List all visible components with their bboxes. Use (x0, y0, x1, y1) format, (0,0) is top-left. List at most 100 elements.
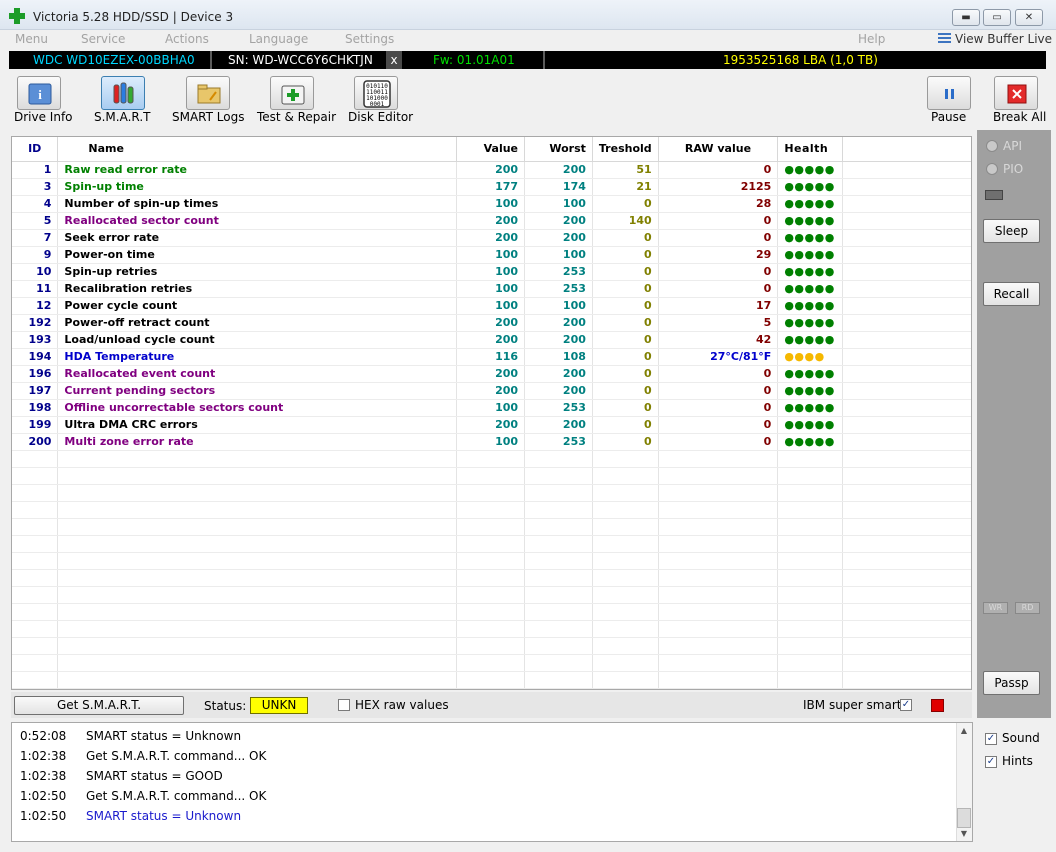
menu-language[interactable]: Language (249, 32, 308, 46)
ibm-super-smart-checkbox[interactable]: ✓ (900, 699, 912, 711)
sleep-button[interactable]: Sleep (983, 219, 1040, 243)
view-buffer-live-button[interactable]: View Buffer Live (938, 32, 1052, 46)
smart-logs-button[interactable] (186, 76, 230, 110)
disk-editor-button[interactable]: 010110 110011 101000 0001 (354, 76, 398, 110)
status-badge: UNKN (250, 697, 308, 714)
ibm-super-smart-label: IBM super smart: (803, 698, 906, 712)
table-row[interactable] (12, 501, 971, 519)
raw-value-cell: 0 (658, 416, 779, 434)
scroll-up-arrow-icon[interactable]: ▲ (956, 724, 972, 738)
minimize-button[interactable]: ▬ (952, 9, 980, 26)
table-row[interactable]: 196 Reallocated event count 200 200 0 0 ●●●●● (12, 365, 971, 383)
menu-service[interactable]: Service (81, 32, 125, 46)
table-row[interactable]: 199 Ultra DMA CRC errors 200 200 0 0 ●●●●● (12, 416, 971, 434)
break-all-button[interactable] (994, 76, 1038, 110)
raw-value-cell (658, 603, 779, 621)
smart-button[interactable] (101, 76, 145, 110)
table-row[interactable]: 3 Spin-up time 177 174 21 2125 ●●●●● (12, 178, 971, 196)
table-row[interactable]: 12 Power cycle count 100 100 0 17 ●●●●● (12, 297, 971, 315)
pio-radio[interactable] (986, 163, 998, 175)
log-timestamp: 0:52:08 (20, 729, 67, 743)
get-smart-button[interactable]: Get S.M.A.R.T. (14, 696, 184, 715)
worst-cell: 253 (524, 433, 593, 451)
table-row[interactable]: 11 Recalibration retries 100 253 0 0 ●●●●● (12, 280, 971, 298)
table-row[interactable] (12, 450, 971, 468)
hex-raw-checkbox[interactable] (338, 699, 350, 711)
log-message: Get S.M.A.R.T. command... OK (86, 749, 267, 763)
menu-menu[interactable]: Menu (15, 32, 48, 46)
passp-button[interactable]: Passp (983, 671, 1040, 695)
table-row[interactable] (12, 518, 971, 536)
menu-settings[interactable]: Settings (345, 32, 394, 46)
table-row[interactable]: 5 Reallocated sector count 200 200 140 0 ●●●●● (12, 212, 971, 230)
name-cell (57, 518, 458, 536)
maximize-button[interactable]: ▭ (983, 9, 1011, 26)
table-row[interactable]: 9 Power-on time 100 100 0 29 ●●●●● (12, 246, 971, 264)
table-row[interactable] (12, 586, 971, 604)
table-row[interactable] (12, 671, 971, 689)
value-cell (456, 535, 526, 553)
table-row[interactable] (12, 535, 971, 553)
table-row[interactable] (12, 484, 971, 502)
name-cell: Reallocated sector count (57, 212, 458, 230)
health-cell: ●●●●● (777, 178, 844, 196)
filler-cell (842, 433, 971, 451)
table-row[interactable]: 1 Raw read error rate 200 200 51 0 ●●●●● (12, 161, 971, 179)
table-row[interactable]: 198 Offline uncorrectable sectors count 10… (12, 399, 971, 417)
health-cell: ●●●●● (777, 297, 844, 315)
threshold-cell: 51 (592, 161, 659, 179)
threshold-cell: 0 (592, 382, 659, 400)
table-row[interactable]: 194 HDA Temperature 116 108 0 27°C/81°F ●●●● (12, 348, 971, 366)
table-row[interactable] (12, 603, 971, 621)
table-row[interactable]: 4 Number of spin-up times 100 100 0 28 ●●●●● (12, 195, 971, 213)
menu-actions[interactable]: Actions (165, 32, 209, 46)
threshold-cell: 0 (592, 314, 659, 332)
header-value[interactable]: Value (456, 137, 526, 162)
table-header-row: ID Name Value Worst Treshold RAW value H… (12, 137, 971, 162)
hints-checkbox[interactable]: ✓ (985, 756, 997, 768)
table-row[interactable] (12, 552, 971, 570)
recall-button[interactable]: Recall (983, 282, 1040, 306)
close-button[interactable]: ✕ (1015, 9, 1043, 26)
table-row[interactable] (12, 467, 971, 485)
header-name[interactable]: Name (57, 137, 458, 162)
filler-cell (842, 569, 971, 587)
raw-value-cell: 0 (658, 263, 779, 281)
header-health[interactable]: Health (777, 137, 844, 162)
health-cell (777, 518, 844, 536)
name-cell: Number of spin-up times (57, 195, 458, 213)
scroll-down-arrow-icon[interactable]: ▼ (956, 827, 972, 841)
raw-value-cell: 28 (658, 195, 779, 213)
header-threshold[interactable]: Treshold (592, 137, 659, 162)
raw-value-cell: 0 (658, 161, 779, 179)
api-radio[interactable] (986, 140, 998, 152)
health-cell (777, 620, 844, 638)
value-cell: 100 (456, 280, 526, 298)
id-cell: 10 (12, 263, 59, 281)
drive-info-button[interactable]: i (17, 76, 61, 110)
table-row[interactable]: 193 Load/unload cycle count 200 200 0 42 ●●●●● (12, 331, 971, 349)
worst-cell: 108 (524, 348, 593, 366)
header-id[interactable]: ID (12, 137, 59, 162)
table-row[interactable]: 10 Spin-up retries 100 253 0 0 ●●●●● (12, 263, 971, 281)
header-raw-value[interactable]: RAW value (658, 137, 779, 162)
health-cell (777, 569, 844, 587)
test-repair-button[interactable] (270, 76, 314, 110)
menu-help[interactable]: Help (858, 32, 885, 46)
raw-value-cell: 0 (658, 433, 779, 451)
drive-close-button[interactable]: x (386, 51, 402, 69)
header-worst[interactable]: Worst (524, 137, 593, 162)
worst-cell (524, 654, 593, 672)
table-row[interactable]: 197 Current pending sectors 200 200 0 0 ●●●●● (12, 382, 971, 400)
table-row[interactable] (12, 654, 971, 672)
sound-checkbox[interactable]: ✓ (985, 733, 997, 745)
table-row[interactable]: 7 Seek error rate 200 200 0 0 ●●●●● (12, 229, 971, 247)
table-row[interactable]: 200 Multi zone error rate 100 253 0 0 ●●●●● (12, 433, 971, 451)
table-row[interactable] (12, 620, 971, 638)
value-cell: 200 (456, 161, 526, 179)
table-row[interactable] (12, 637, 971, 655)
table-row[interactable]: 192 Power-off retract count 200 200 0 5 ●●●●● (12, 314, 971, 332)
table-row[interactable] (12, 569, 971, 587)
pause-button[interactable] (927, 76, 971, 110)
log-scroll-thumb[interactable] (957, 808, 971, 828)
